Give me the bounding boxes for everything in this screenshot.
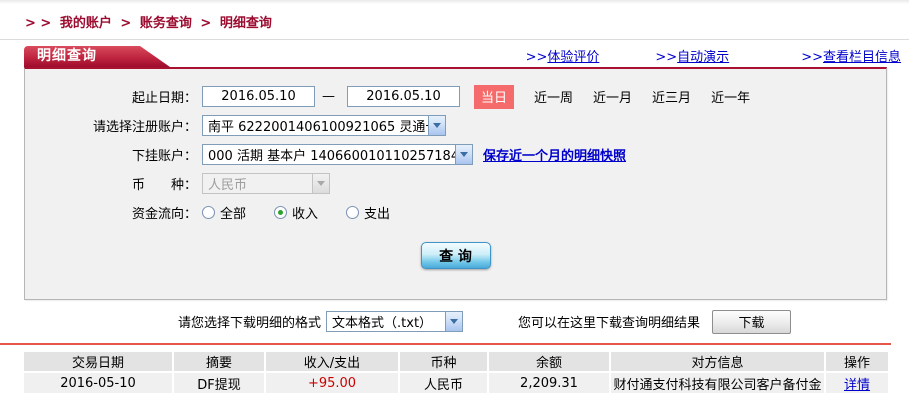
download-format-label: 请您选择下载明细的格式 [178, 316, 322, 331]
date-separator: — [322, 89, 335, 104]
header-counterparty: 对方信息 [611, 352, 824, 371]
header-balance: 余额 [489, 352, 609, 371]
currency-label: 币 种： [131, 178, 197, 193]
quick-range-today-button[interactable]: 当日 [474, 84, 515, 109]
breadcrumb: > > 我的账户 > 账务查询 > 明细查询 [0, 4, 909, 31]
flow-income-label: 收入 [292, 207, 319, 222]
select-arrow-button [445, 312, 463, 331]
flow-all-label: 全部 [220, 207, 247, 222]
download-hint-text: 您可以在这里下载查询明细结果 [518, 316, 701, 331]
registered-account-label: 请选择注册账户： [92, 120, 197, 135]
cell-currency: 人民币 [400, 373, 487, 393]
breadcrumb-item-account-query[interactable]: 账务查询 [140, 16, 192, 31]
radio-icon [202, 206, 215, 219]
experience-rating-link[interactable]: >>体验评价 [526, 46, 600, 65]
breadcrumb-divider [0, 39, 909, 40]
table-top-divider [0, 343, 891, 345]
registered-account-select[interactable]: 南平 6222001406100921065 灵通卡 [202, 115, 446, 136]
save-snapshot-link[interactable]: 保存近一个月的明细快照 [483, 145, 626, 164]
flow-expense-label: 支出 [364, 207, 391, 222]
breadcrumb-prefix: > > [25, 16, 52, 31]
date-range-label: 起止日期： [131, 91, 197, 106]
select-arrow-button [312, 174, 329, 193]
flow-expense-radio[interactable]: 支出 [346, 203, 390, 222]
quick-range-year-button[interactable]: 近一年 [711, 87, 750, 106]
flow-direction-radio-group: 全部 收入 支出 [202, 203, 418, 222]
cell-summary: DF提现 [174, 373, 264, 393]
date-from-input[interactable] [202, 86, 315, 107]
flow-all-radio[interactable]: 全部 [202, 203, 246, 222]
select-arrow-button [455, 145, 472, 164]
header-trade-date: 交易日期 [24, 352, 172, 371]
transaction-table: 交易日期 摘要 收入/支出 币种 余额 对方信息 操作 2016-05-10 D… [22, 350, 890, 395]
date-range-row: 起止日期： — 当日 近一周 近一月 近三月 近一年 [25, 82, 886, 111]
sub-account-value: 000 活期 基本户 1406600101102571848 [208, 149, 455, 164]
cell-counterparty: 财付通支付科技有限公司客户备付金 [611, 373, 824, 393]
panel-tab-row: 明细查询 >>体验评价 >>自动演示 >>查看栏目信息 [24, 46, 901, 67]
chevron-down-icon [450, 319, 459, 324]
cell-action: 详情 [826, 373, 888, 393]
chevron-down-icon [317, 181, 325, 186]
table-row: 2016-05-10 DF提现 +95.00 人民币 2,209.31 财付通支… [24, 373, 888, 393]
breadcrumb-separator: > [200, 16, 212, 31]
chevron-down-icon [433, 123, 441, 128]
radio-icon [346, 206, 360, 219]
auto-demo-link[interactable]: >>自动演示 [655, 46, 729, 65]
detail-link[interactable]: 详情 [844, 378, 870, 393]
select-arrow-button [428, 116, 445, 135]
breadcrumb-item-my-account[interactable]: 我的账户 [60, 16, 112, 31]
view-column-info-link[interactable]: >>查看栏目信息 [801, 46, 901, 65]
flow-income-radio[interactable]: 收入 [274, 203, 318, 222]
currency-select: 人民币 [202, 173, 330, 194]
panel-tab-title: 明细查询 [24, 46, 170, 67]
quick-range-quarter-button[interactable]: 近三月 [652, 87, 691, 106]
header-income-expense: 收入/支出 [266, 352, 398, 371]
quick-range-week-button[interactable]: 近一周 [534, 87, 573, 106]
breadcrumb-item-detail-query[interactable]: 明细查询 [220, 16, 272, 31]
table-header-row: 交易日期 摘要 收入/支出 币种 余额 对方信息 操作 [24, 352, 888, 371]
header-summary: 摘要 [174, 352, 264, 371]
registered-account-value: 南平 6222001406100921065 灵通卡 [208, 120, 428, 135]
chevron-down-icon [460, 152, 468, 157]
sub-account-label: 下挂账户： [131, 149, 197, 164]
query-button-row: 查 询 [25, 242, 886, 269]
header-action: 操作 [826, 352, 888, 371]
registered-account-row: 请选择注册账户： 南平 6222001406100921065 灵通卡 [25, 111, 886, 140]
cell-trade-date: 2016-05-10 [24, 373, 172, 393]
download-format-select[interactable]: 文本格式（.txt） [326, 311, 464, 332]
cell-balance: 2,209.31 [489, 373, 609, 393]
detail-query-form: 起止日期： — 当日 近一周 近一月 近三月 近一年 请选择注册账户： 南平 6… [24, 67, 887, 300]
sub-account-row: 下挂账户： 000 活期 基本户 1406600101102571848 保存近… [25, 140, 886, 169]
panel-links: >>体验评价 >>自动演示 >>查看栏目信息 [526, 46, 901, 65]
date-to-input[interactable] [347, 86, 460, 107]
header-currency: 币种 [400, 352, 487, 371]
breadcrumb-separator: > [120, 16, 132, 31]
download-button[interactable]: 下载 [712, 309, 792, 334]
cell-amount: +95.00 [266, 373, 398, 393]
radio-checked-icon [274, 206, 288, 219]
query-button[interactable]: 查 询 [420, 242, 491, 269]
currency-row: 币 种： 人民币 [25, 169, 886, 198]
currency-value: 人民币 [208, 178, 248, 193]
sub-account-select[interactable]: 000 活期 基本户 1406600101102571848 [202, 144, 473, 165]
quick-range-month-button[interactable]: 近一月 [593, 87, 632, 106]
flow-direction-label: 资金流向： [131, 207, 197, 222]
download-format-value: 文本格式（.txt） [332, 316, 433, 331]
download-row: 请您选择下载明细的格式 文本格式（.txt） 您可以在这里下载查询明细结果 下载 [0, 309, 909, 334]
flow-direction-row: 资金流向： 全部 收入 支出 [25, 198, 886, 227]
